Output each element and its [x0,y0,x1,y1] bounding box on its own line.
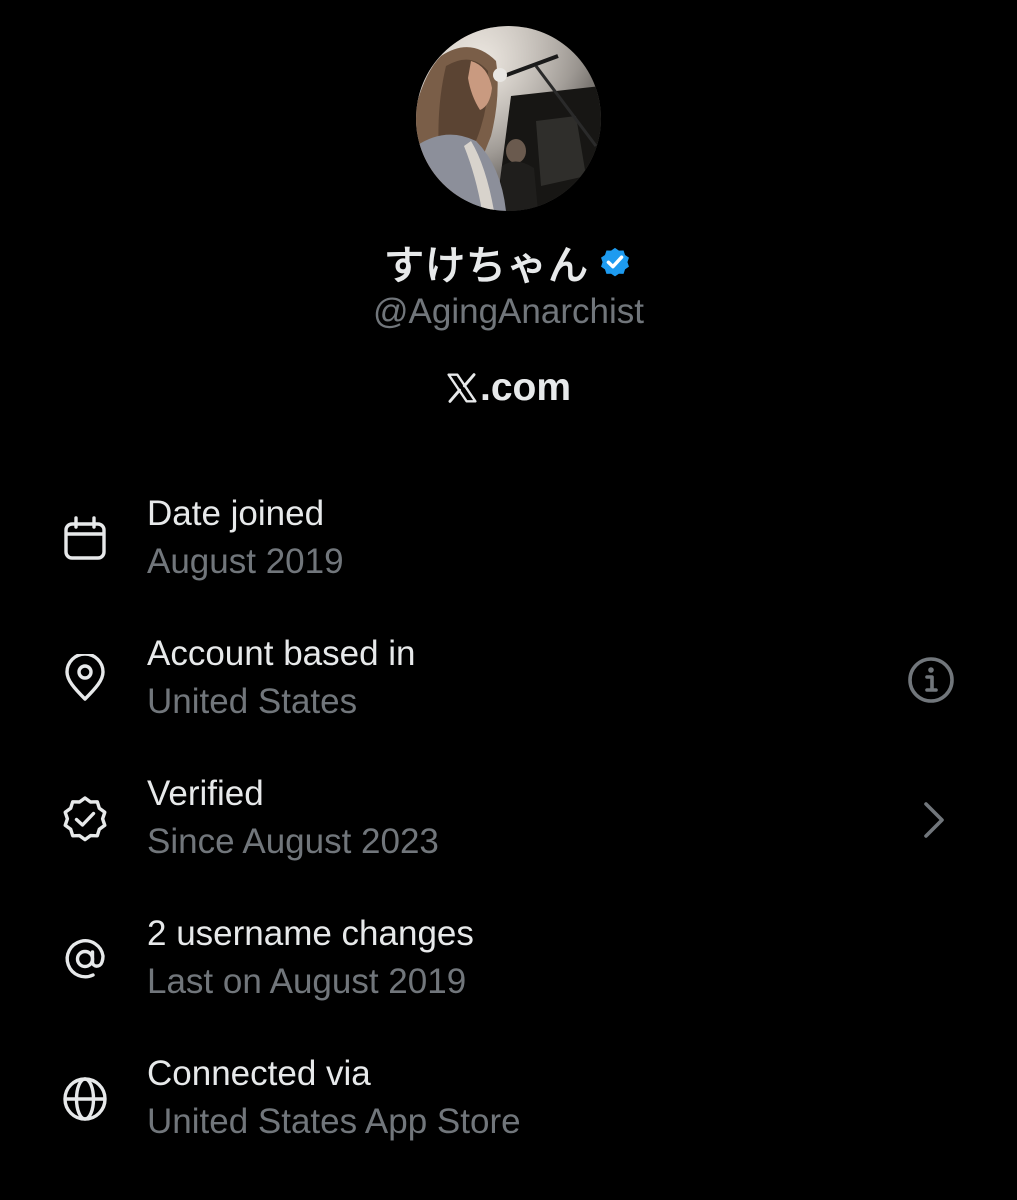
profile-handle: @AgingAnarchist [373,292,644,331]
profile-name-row: すけちゃん [0,236,1017,289]
at-sign-icon [60,934,110,984]
row-title: Date joined [147,494,325,533]
site-domain: .com [479,366,572,409]
info-row-username-changes: 2 username changes Last on August 2019 [0,914,1017,1034]
info-icon[interactable] [905,654,957,706]
info-row-account-based-in: Account based in United States [0,634,1017,754]
row-subtitle: August 2019 [147,542,344,581]
chevron-right-icon[interactable] [910,794,962,846]
row-title: Connected via [147,1054,371,1093]
info-row-connected-via: Connected via United States App Store [0,1054,1017,1174]
x-logo-icon [447,373,477,403]
row-subtitle: Since August 2023 [147,822,439,861]
calendar-icon [60,514,110,564]
verified-badge-outline-icon [60,794,110,844]
row-title: Account based in [147,634,416,673]
info-row-date-joined: Date joined August 2019 [0,494,1017,614]
row-title: 2 username changes [147,914,474,953]
display-name: すけちゃん [384,243,589,289]
profile-avatar[interactable] [416,26,601,211]
location-pin-icon [60,654,110,704]
row-title: Verified [147,774,264,813]
site-link[interactable]: .com [0,365,1017,411]
row-subtitle: United States [147,682,358,721]
info-row-verified[interactable]: Verified Since August 2023 [0,774,1017,894]
globe-icon [60,1074,110,1124]
verified-badge-icon[interactable] [597,244,633,280]
row-subtitle: United States App Store [147,1102,521,1141]
row-subtitle: Last on August 2019 [147,962,467,1001]
